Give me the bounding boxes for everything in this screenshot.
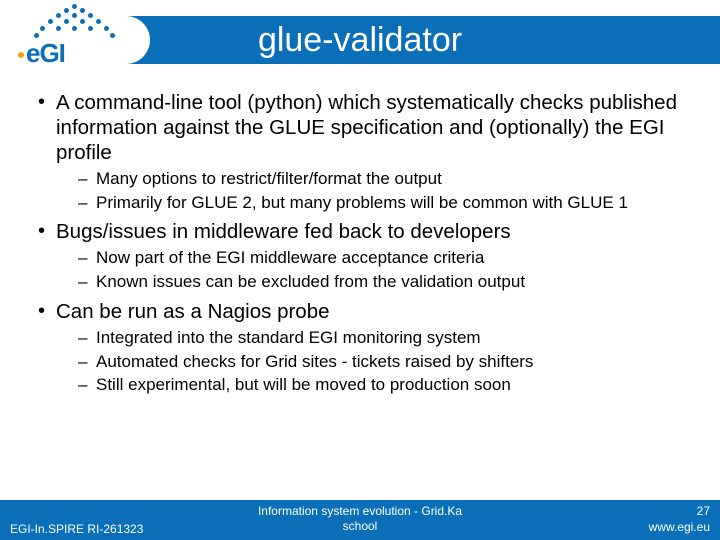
bullet-level2: Integrated into the standard EGI monitor…: [34, 328, 692, 349]
bullet-level2: Many options to restrict/filter/format t…: [34, 169, 692, 190]
bullet-level1: Bugs/issues in middleware fed back to de…: [34, 219, 692, 244]
page-number: 27: [697, 504, 710, 518]
logo-text-label: eGI: [26, 38, 65, 68]
footer-center-line1: Information system evolution - Grid.Ka: [258, 504, 462, 518]
logo-text: eGI: [18, 38, 65, 69]
egi-logo: eGI: [6, 2, 136, 70]
logo-dots-icon: [24, 4, 124, 38]
bullet-level2: Automated checks for Grid sites - ticket…: [34, 352, 692, 373]
bullet-level2: Primarily for GLUE 2, but many problems …: [34, 193, 692, 214]
footer-url: www.egi.eu: [649, 520, 710, 534]
bullet-level2: Now part of the EGI middleware acceptanc…: [34, 248, 692, 269]
footer-center-line2: school: [343, 519, 378, 533]
slide-header: glue-validator eGI: [0, 0, 720, 76]
footer-center: Information system evolution - Grid.Ka s…: [0, 504, 720, 534]
slide-footer: EGI-In.SPIRE RI-261323 Information syste…: [0, 500, 720, 540]
footer-right: 27 www.egi.eu: [649, 504, 710, 535]
bullet-level1: A command-line tool (python) which syste…: [34, 90, 692, 165]
slide-content: A command-line tool (python) which syste…: [0, 76, 720, 396]
bullet-level2: Still experimental, but will be moved to…: [34, 375, 692, 396]
bullet-level2: Known issues can be excluded from the va…: [34, 272, 692, 293]
bullet-level1: Can be run as a Nagios probe: [34, 299, 692, 324]
